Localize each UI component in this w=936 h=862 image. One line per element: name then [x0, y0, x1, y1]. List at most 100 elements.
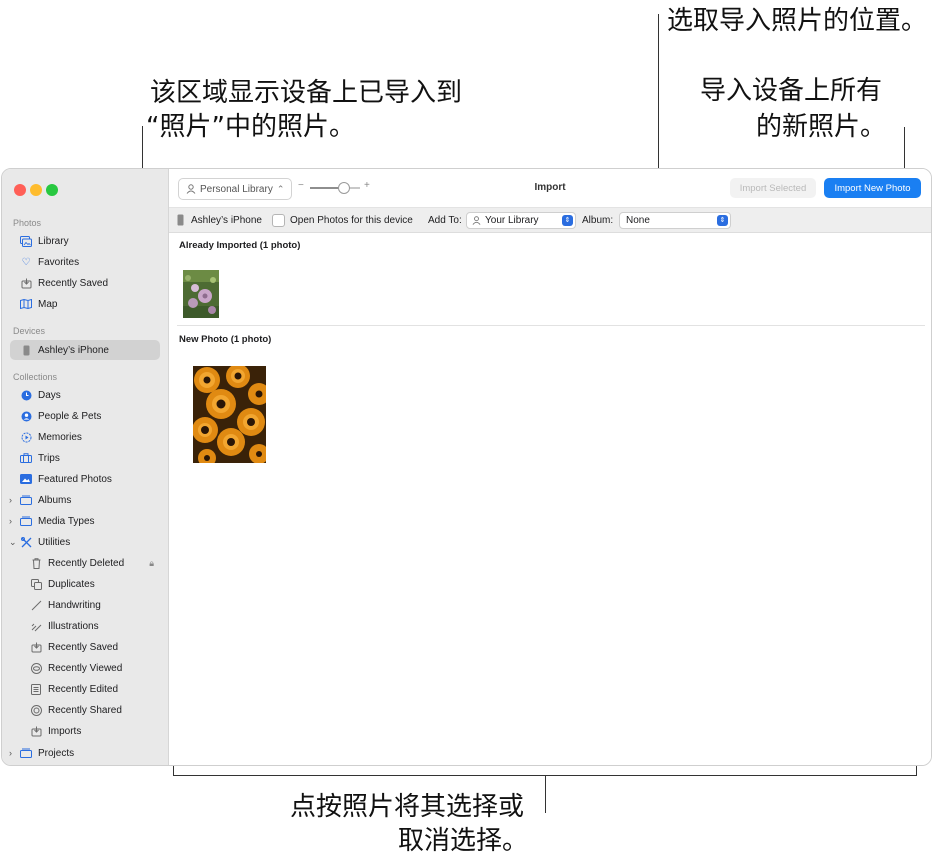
- sidebar-section-devices: Devices: [13, 326, 46, 336]
- sidebar-item-label: Days: [38, 389, 61, 401]
- album-value: None: [626, 214, 650, 226]
- callout-import-all-line2: 的新照片。: [756, 112, 887, 142]
- open-photos-label: Open Photos for this device: [290, 214, 413, 226]
- sidebar-item-recently-viewed[interactable]: Recently Viewed: [10, 658, 160, 678]
- add-to-label: Add To:: [428, 214, 462, 226]
- sidebar-item-illustrations[interactable]: Illustrations: [10, 616, 160, 636]
- sidebar-item-label: Recently Saved: [38, 277, 109, 289]
- add-to-row: Your Library ⇕: [466, 208, 576, 232]
- sidebar-item-label: Recently Edited: [48, 683, 119, 695]
- sidebar-item-label: Imports: [48, 725, 82, 737]
- up-down-chevron-icon: ⇕: [562, 214, 573, 226]
- sidebar-item-library[interactable]: Library: [10, 231, 160, 251]
- toolbar: Personal Library ⌃ − + Import Import Sel…: [169, 169, 931, 208]
- chevron-right-icon[interactable]: ›: [9, 495, 12, 505]
- sidebar-item-map[interactable]: Map: [10, 294, 160, 314]
- already-imported-heading: Already Imported (1 photo): [179, 240, 301, 251]
- person-circle-icon: [20, 410, 32, 422]
- window-title: Import: [534, 182, 566, 193]
- iphone-icon: [177, 214, 184, 226]
- sidebar-item-label: Recently Saved: [48, 641, 119, 653]
- sidebar-section-collections: Collections: [13, 372, 58, 382]
- folder-stack-icon: [20, 515, 32, 527]
- folder-stack-icon: [20, 747, 32, 759]
- minimize-window-button[interactable]: [30, 184, 42, 196]
- pen-icon: [30, 599, 42, 611]
- suitcase-icon: [20, 452, 32, 464]
- sidebar-item-favorites[interactable]: ♡ Favorites: [10, 252, 160, 272]
- sidebar-item-label: Media Types: [38, 515, 95, 527]
- sidebar-item-recently-saved[interactable]: Recently Saved: [10, 273, 160, 293]
- map-icon: [20, 298, 32, 310]
- import-new-photo-button[interactable]: Import New Photo: [824, 178, 921, 198]
- open-photos-checkbox[interactable]: [272, 213, 285, 227]
- chevron-right-icon[interactable]: ›: [9, 516, 12, 526]
- sidebar-item-label: Featured Photos: [38, 473, 112, 485]
- sidebar-item-memories[interactable]: Memories: [10, 427, 160, 447]
- callout-imported-line1: 该区域显示设备上已导入到: [150, 78, 463, 108]
- sidebar-item-label: Ashley’s iPhone: [38, 344, 109, 356]
- sidebar-item-label: Map: [38, 298, 58, 310]
- new-photo-heading: New Photo (1 photo): [179, 334, 272, 345]
- album-row: None ⇕: [619, 208, 731, 232]
- sidebar-item-projects[interactable]: › Projects: [9, 743, 160, 763]
- sidebar-item-label: Recently Deleted: [48, 557, 125, 569]
- sidebar-item-label: Memories: [38, 431, 82, 443]
- sidebar-item-featured-photos[interactable]: Featured Photos: [10, 469, 160, 489]
- sidebar-item-duplicates[interactable]: Duplicates: [10, 574, 160, 594]
- sidebar-item-label: Recently Shared: [48, 704, 122, 716]
- sidebar-item-recently-shared[interactable]: Recently Shared: [10, 700, 160, 720]
- sidebar: Photos Library ♡ Favorites Recently Save…: [2, 169, 169, 765]
- sidebar-item-media-types[interactable]: › Media Types: [9, 511, 160, 531]
- featured-photo-icon: [20, 473, 32, 485]
- iphone-icon: [20, 344, 32, 356]
- new-photo[interactable]: [193, 366, 266, 463]
- download-tray-icon: [20, 277, 32, 289]
- import-content: Already Imported (1 photo) New Photo (1 …: [169, 233, 931, 765]
- sidebar-item-label: Handwriting: [48, 599, 101, 611]
- device-bar: Ashley’s iPhone Open Photos for this dev…: [169, 208, 931, 233]
- shared-icon: [30, 704, 42, 716]
- device-name: Ashley’s iPhone: [191, 214, 262, 226]
- sidebar-item-device[interactable]: Ashley’s iPhone: [10, 340, 160, 360]
- sidebar-item-label: Library: [38, 235, 69, 247]
- add-to-popup[interactable]: Your Library ⇕: [466, 211, 576, 229]
- sidebar-item-recently-edited[interactable]: Recently Edited: [10, 679, 160, 699]
- sidebar-item-people-pets[interactable]: People & Pets: [10, 406, 160, 426]
- trash-icon: [30, 557, 42, 569]
- sidebar-item-label: Recently Viewed: [48, 662, 123, 674]
- chevron-down-icon[interactable]: ⌄: [9, 537, 17, 548]
- sidebar-item-util-recently-saved[interactable]: Recently Saved: [10, 637, 160, 657]
- sidebar-item-albums[interactable]: › Albums: [9, 490, 160, 510]
- device-label: Ashley’s iPhone: [177, 208, 262, 232]
- sidebar-item-utilities[interactable]: ⌄ Utilities: [9, 532, 160, 552]
- sidebar-item-imports[interactable]: Imports: [10, 721, 160, 741]
- sidebar-item-label: Illustrations: [48, 620, 99, 632]
- up-down-chevron-icon: ⇕: [717, 214, 728, 226]
- sidebar-item-label: Favorites: [38, 256, 80, 268]
- chevron-right-icon[interactable]: ›: [9, 748, 12, 758]
- callout-import-all-line1: 导入设备上所有: [700, 76, 883, 106]
- sidebar-item-trips[interactable]: Trips: [10, 448, 160, 468]
- callout-imported-line2: “照片”中的照片。: [146, 112, 355, 142]
- photo-library-icon: [20, 235, 32, 247]
- illustration-icon: [30, 620, 42, 632]
- sidebar-item-handwriting[interactable]: Handwriting: [10, 595, 160, 615]
- sidebar-section-photos: Photos: [13, 218, 42, 228]
- callout-line-bottom: [545, 775, 546, 813]
- import-tray-icon: [30, 725, 42, 737]
- sidebar-item-recently-deleted[interactable]: Recently Deleted 🔒︎: [10, 553, 160, 573]
- import-selected-button[interactable]: Import Selected: [730, 178, 816, 198]
- duplicate-icon: [30, 578, 42, 590]
- callout-bracket-bottom-left: [173, 766, 174, 776]
- album-popup[interactable]: None ⇕: [619, 211, 731, 229]
- lock-icon: 🔒︎: [149, 557, 154, 568]
- clock-icon: [20, 389, 32, 401]
- sidebar-item-label: Duplicates: [48, 578, 95, 590]
- sidebar-item-label: Trips: [38, 452, 60, 464]
- sidebar-item-days[interactable]: Days: [10, 385, 160, 405]
- close-window-button[interactable]: [14, 184, 26, 196]
- zoom-window-button[interactable]: [46, 184, 58, 196]
- open-photos-checkbox-row[interactable]: Open Photos for this device: [272, 208, 413, 232]
- already-imported-photo[interactable]: [183, 270, 219, 318]
